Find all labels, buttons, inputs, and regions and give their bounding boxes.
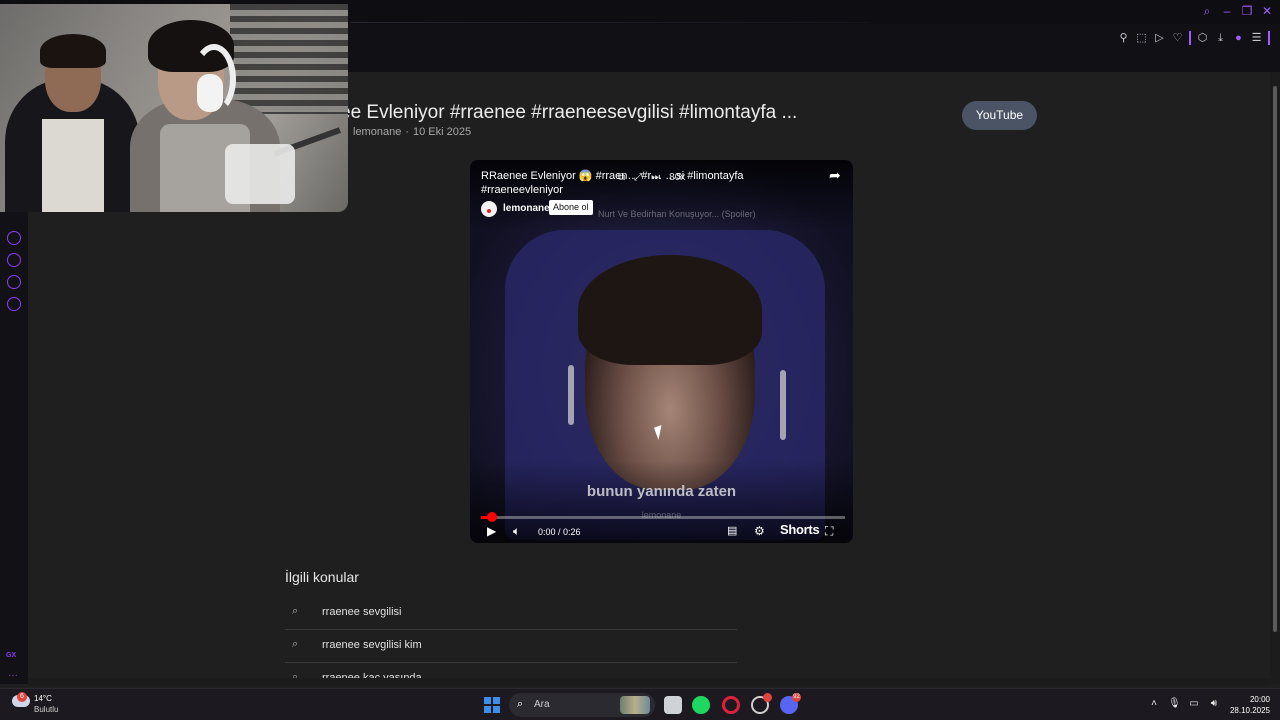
download-icon[interactable]: ⤓: [1214, 31, 1227, 45]
time-display: 0:00 / 0:26: [538, 527, 581, 537]
headphone-cup: [197, 74, 223, 112]
spotify-icon[interactable]: [692, 696, 710, 714]
windows-logo-tile: [484, 706, 491, 713]
start-button[interactable]: [484, 697, 500, 713]
channel-link[interactable]: lemonane: [353, 126, 401, 138]
windows-logo-tile: [493, 706, 500, 713]
microphone-icon[interactable]: 🎙︎: [1168, 698, 1181, 710]
resize-icon[interactable]: ⤢: [634, 172, 642, 183]
progress-bar[interactable]: [481, 516, 845, 519]
related-query[interactable]: rraenee sevgilisi: [322, 606, 401, 618]
settings-icon[interactable]: [7, 297, 21, 311]
bookmark-icon[interactable]: ⚲: [1117, 31, 1130, 45]
profile-icon[interactable]: ●: [1232, 31, 1245, 45]
vertical-scrollbar[interactable]: [1270, 72, 1280, 684]
search-placeholder: Ara: [534, 699, 550, 710]
discord-badge: 92: [792, 693, 801, 702]
horizontal-scrollbar[interactable]: [28, 678, 1270, 686]
windows-logo-tile: [484, 697, 491, 704]
gx-label[interactable]: GX: [6, 652, 16, 659]
sidebar-more-icon[interactable]: ···: [8, 670, 18, 681]
page-title: ee Evleniyor #rraenee #rraeneesevgilisi …: [340, 102, 798, 123]
pip-icon[interactable]: ⧉: [618, 172, 625, 183]
system-tray: ˄ 🎙︎ ▭ 🔊︎: [1148, 698, 1220, 710]
player-channel[interactable]: lemonane: [503, 203, 550, 214]
toolbar-icons: ⚲ ⬚ ▷ ♡ ⬡ ⤓ ● ☰: [1117, 31, 1270, 45]
video-meta: lemonane · 10 Eki 2025: [353, 126, 471, 138]
search-icon[interactable]: ⌕: [1200, 4, 1214, 18]
webcam-shirt: [42, 119, 104, 212]
meta-separator: ·: [405, 126, 409, 138]
volume-icon[interactable]: 🔊︎: [1208, 698, 1220, 710]
player-icon[interactable]: [7, 231, 21, 245]
video-frame-headset: [780, 370, 786, 440]
microphone-icon: [225, 144, 295, 204]
avatar[interactable]: [481, 201, 497, 217]
close-icon[interactable]: ✕: [1260, 4, 1274, 18]
menu-icon[interactable]: ☰: [1250, 31, 1263, 45]
titlebar-divider: [350, 22, 870, 23]
steam-badge: [763, 693, 772, 702]
webcam-hair-left: [40, 34, 106, 68]
opera-gx-icon[interactable]: [722, 696, 740, 714]
ghost-caption: Nurt Ve Bedirhan Konuşuyor... (Spoiler): [598, 209, 756, 219]
list-item[interactable]: ⌕ rraenee sevgilisi: [285, 597, 737, 630]
fullscreen-icon[interactable]: ⛶: [825, 523, 833, 539]
video-frame-headset: [568, 365, 574, 425]
volume-icon[interactable]: 🔈︎: [513, 523, 520, 539]
related-topics-title: İlgili konular: [285, 569, 359, 585]
video-player[interactable]: RRaenee Evleniyor 😱 #rraen… #r… …si #lim…: [470, 160, 853, 543]
player-mini-controls: ⧉ ⤢ ⏭ 80x: [618, 172, 685, 183]
weather-temperature[interactable]: 14°C: [34, 694, 52, 703]
extensions-icon[interactable]: ⬡: [1196, 31, 1209, 45]
restore-icon[interactable]: ❐: [1240, 4, 1254, 18]
related-query[interactable]: rraenee sevgilisi kim: [322, 639, 422, 651]
subscribe-button[interactable]: Abone ol: [549, 200, 593, 215]
play-icon[interactable]: ▶: [487, 523, 496, 539]
search-icon: ⌕: [517, 698, 524, 710]
snapshot-icon[interactable]: ⬚: [1135, 31, 1148, 45]
skip-icon[interactable]: ⏭: [651, 172, 660, 183]
player-controls: ▶ 🔈︎ 0:00 / 0:26 ▤ ⚙ Shorts ⛶: [470, 521, 853, 541]
scrollbar-thumb[interactable]: [1273, 86, 1277, 632]
file-explorer-icon[interactable]: [664, 696, 682, 714]
windows-logo-tile: [493, 697, 500, 704]
taskbar-clock[interactable]: 20:00 28.10.2025: [1226, 694, 1270, 716]
search-icon: ⌕: [292, 638, 299, 650]
heart-icon[interactable]: ♡: [1171, 31, 1184, 45]
toolbar-edge: [1268, 31, 1270, 45]
window-controls: ⌕ – ❐ ✕: [1200, 4, 1274, 18]
shorts-logo[interactable]: Shorts: [780, 522, 820, 537]
search-icon: ⌕: [292, 605, 299, 617]
weather-badge: 6: [17, 692, 27, 702]
video-frame-hair: [578, 255, 762, 365]
settings-icon[interactable]: ⚙: [754, 523, 765, 539]
video-subtitle: bunun yanında zaten: [586, 483, 737, 500]
search-highlight-image: [620, 696, 650, 714]
chevron-up-icon[interactable]: ˄: [1148, 698, 1160, 710]
webcam-overlay: [0, 4, 348, 212]
webcam-blinds: [230, 4, 348, 114]
list-item[interactable]: ⌕ rraenee sevgilisi kim: [285, 630, 737, 663]
toolbar-separator: [1189, 31, 1191, 45]
taskbar-search[interactable]: ⌕ Ara: [509, 693, 655, 717]
captions-icon[interactable]: ▤: [727, 523, 737, 539]
weather-condition[interactable]: Bulutlu: [34, 705, 58, 714]
publish-date: 10 Eki 2025: [413, 126, 472, 138]
history-icon[interactable]: [7, 253, 21, 267]
minimize-icon[interactable]: –: [1220, 4, 1234, 18]
display-icon[interactable]: ▭: [1188, 698, 1200, 710]
youtube-button[interactable]: YouTube: [962, 101, 1037, 130]
share-icon[interactable]: ➦: [829, 168, 845, 182]
speed-label[interactable]: 80x: [669, 172, 685, 183]
play-icon[interactable]: ▷: [1153, 31, 1166, 45]
windows-taskbar: 6 14°C Bulutlu ⌕ Ara 92 ˄ 🎙︎ ▭ 🔊︎ 20:00 …: [0, 688, 1280, 720]
clock-time: 20:00: [1249, 695, 1270, 704]
messenger-icon[interactable]: [7, 275, 21, 289]
clock-date: 28.10.2025: [1229, 706, 1270, 715]
